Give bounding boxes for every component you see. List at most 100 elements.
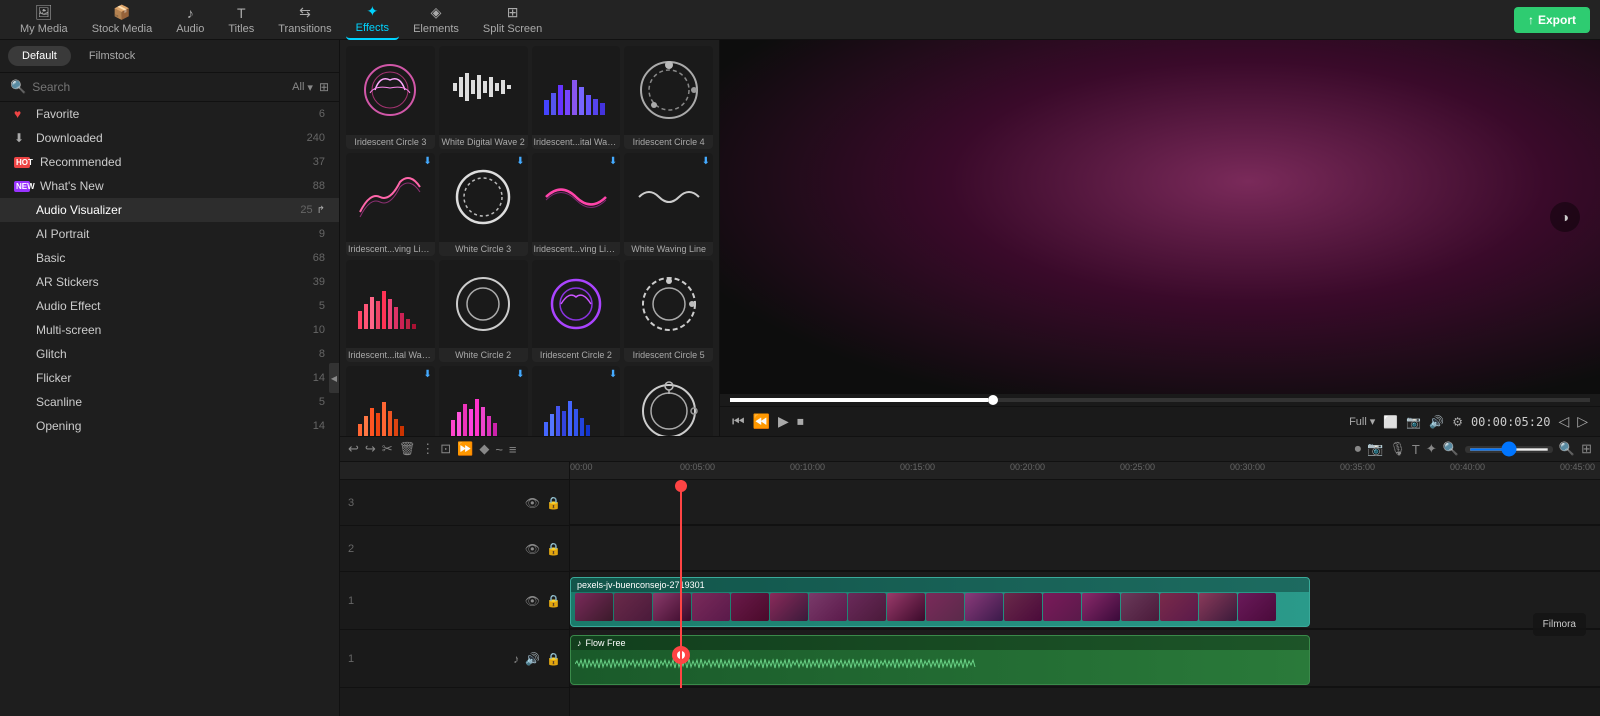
skip-back-button[interactable]: ⏮	[732, 413, 745, 430]
sidebar-item-opening[interactable]: Opening 14	[0, 414, 339, 438]
effect-iridescent-wave-2b[interactable]: ⬇ Iridesc	[439, 366, 528, 436]
crop-button[interactable]: ⊡	[440, 441, 451, 457]
sidebar-item-basic[interactable]: Basic 68	[0, 246, 339, 270]
timeline-title-button[interactable]: T	[1412, 442, 1420, 457]
speed-button[interactable]: ⏩	[457, 441, 473, 457]
split-button[interactable]: ⋮	[421, 441, 434, 457]
nav-effects[interactable]: ✦ Effects	[346, 0, 399, 40]
lock-button[interactable]: 🔒	[546, 542, 561, 556]
nav-titles[interactable]: T Titles	[218, 1, 264, 39]
audio-clip[interactable]: ♪ Flow Free	[570, 635, 1310, 685]
screen-size-button[interactable]: ⬜	[1383, 415, 1398, 429]
settings-button[interactable]: ⚙	[1452, 415, 1463, 429]
delete-button[interactable]: 🗑	[399, 441, 416, 457]
effect-white-circle-1[interactable]: White Circle 1	[624, 366, 713, 436]
visibility-button[interactable]: 👁	[525, 496, 540, 510]
more-button[interactable]: ≡	[509, 442, 517, 457]
timeline-effect-button[interactable]: ✦	[1426, 441, 1437, 457]
lock-button[interactable]: 🔒	[546, 594, 561, 608]
undo-button[interactable]: ↩	[348, 441, 359, 457]
sidebar-item-downloaded[interactable]: ⬇ Downloaded 240	[0, 126, 339, 150]
keyframe-button[interactable]: ◆	[479, 441, 489, 457]
sidebar-item-audio-visualizer[interactable]: Audio Visualizer 25 ↱	[0, 198, 339, 222]
tab-filmstock[interactable]: Filmstock	[75, 46, 149, 66]
effect-iridescent-ving-line-3[interactable]: ⬇ Iridescent...ving Line 3	[346, 153, 435, 256]
progress-dot	[988, 395, 998, 405]
timeline-audio-rec-button[interactable]: 🎙	[1389, 441, 1406, 457]
sidebar-item-glitch[interactable]: Glitch 8	[0, 342, 339, 366]
sidebar-item-count: 39	[313, 276, 325, 288]
visibility-button[interactable]: 👁	[525, 542, 540, 556]
play-button[interactable]: ▶	[778, 413, 789, 430]
sidebar-item-favorite[interactable]: ♥ Favorite 6	[0, 102, 339, 126]
tab-default[interactable]: Default	[8, 46, 71, 66]
effect-thumb: ⬇	[439, 153, 528, 242]
effect-iridescent-circle-3[interactable]: Iridescent Circle 3	[346, 46, 435, 149]
timeline-ruler: 00:00 00:05:00 00:10:00 00:15:00 00:20:0…	[570, 462, 1600, 480]
zoom-slider[interactable]	[1469, 448, 1549, 451]
stop-button[interactable]: ⏹	[797, 413, 804, 430]
track-num: 1	[348, 595, 360, 607]
panel-collapse-button[interactable]: ◀	[329, 363, 339, 393]
timeline-zoom-in-button[interactable]: 🔍	[1443, 441, 1459, 457]
cut-button[interactable]: ✂	[382, 441, 393, 457]
effect-iridescent-wave-5[interactable]: Iridescent...ital Wave 5	[346, 260, 435, 363]
audio-button[interactable]: ~	[495, 442, 503, 457]
effect-white-circle-3[interactable]: ⬇ White Circle 3	[439, 153, 528, 256]
prev-frame-button[interactable]: ◁	[1558, 413, 1569, 430]
favorite-icon: ♥	[14, 107, 30, 121]
effect-white-circle-2[interactable]: White Circle 2	[439, 260, 528, 363]
video-clip[interactable]: pexels-jv-buenconsejo-2719301	[570, 577, 1310, 627]
nav-my-media[interactable]: 🖼 My Media	[10, 0, 78, 39]
thumb	[1160, 593, 1198, 621]
nav-elements[interactable]: ◈ Elements	[403, 0, 469, 39]
redo-button[interactable]: ↪	[365, 441, 376, 457]
grid-view-button[interactable]: ⊞	[319, 80, 329, 94]
lock-button[interactable]: 🔒	[546, 652, 561, 666]
effect-iridescent-circle-5[interactable]: Iridescent Circle 5	[624, 260, 713, 363]
effect-iridescent-ving-line-2[interactable]: ⬇ Iridescent...ving Line 2	[532, 153, 621, 256]
next-frame-button[interactable]: ▷	[1577, 413, 1588, 430]
nav-split-screen[interactable]: ⊞ Split Screen	[473, 0, 552, 39]
effect-iridescent-circle-4[interactable]: Iridescent Circle 4	[624, 46, 713, 149]
effect-iridescent-wave-1[interactable]: ⬇ Iridesc	[532, 366, 621, 436]
track-label-1: 1 👁 🔒	[340, 572, 569, 630]
sidebar-item-ar-stickers[interactable]: AR Stickers 39	[0, 270, 339, 294]
nav-transitions[interactable]: ⇆ Transitions	[268, 0, 341, 39]
sidebar-item-ai-portrait[interactable]: AI Portrait 9	[0, 222, 339, 246]
effect-iridescent-wave-4[interactable]: ⬇ Iridesc	[346, 366, 435, 436]
nav-stock-media[interactable]: 📦 Stock Media	[82, 0, 163, 39]
export-button[interactable]: ↑ Export	[1514, 7, 1590, 33]
frame-back-button[interactable]: ⏪	[753, 413, 770, 430]
sidebar-item-flicker[interactable]: Flicker 14	[0, 366, 339, 390]
volume-button[interactable]: 🔊	[1429, 415, 1444, 429]
filter-button[interactable]: All ▾	[292, 81, 313, 94]
nav-audio[interactable]: ♪ Audio	[166, 1, 214, 39]
sidebar-item-audio-effect[interactable]: Audio Effect 5	[0, 294, 339, 318]
effect-white-digital-wave-2[interactable]: White Digital Wave 2	[439, 46, 528, 149]
sidebar-item-recommended[interactable]: HOT Recommended 37	[0, 150, 339, 174]
timeline-fit-button[interactable]: ⊞	[1581, 441, 1592, 457]
volume-button[interactable]: 🔊	[525, 652, 540, 666]
effect-iridescent-wave-6[interactable]: Iridescent...ital Wave 6	[532, 46, 621, 149]
sidebar-item-whats-new[interactable]: NEW What's New 88	[0, 174, 339, 198]
snapshot-button[interactable]: 📷	[1406, 415, 1421, 429]
timeline-camera-button[interactable]: 📷	[1367, 441, 1383, 457]
search-input[interactable]	[32, 80, 286, 94]
ruler-mark: 00:15:00	[900, 462, 935, 472]
effect-thumb	[439, 46, 528, 135]
lock-button[interactable]: 🔒	[546, 496, 561, 510]
download-icon: ⬇	[516, 156, 524, 167]
effect-thumb: ⬇	[624, 153, 713, 242]
chevron-down-icon: ▾	[307, 81, 313, 94]
effect-white-waving-line[interactable]: ⬇ White Waving Line	[624, 153, 713, 256]
sidebar-item-multi-screen[interactable]: Multi-screen 10	[0, 318, 339, 342]
timeline-tracks: 00:00 00:05:00 00:10:00 00:15:00 00:20:0…	[570, 462, 1600, 716]
sidebar-item-scanline[interactable]: Scanline 5	[0, 390, 339, 414]
preview-progress-bar[interactable]	[730, 398, 1590, 402]
effect-iridescent-circle-2[interactable]: Iridescent Circle 2	[532, 260, 621, 363]
timeline-zoom-out-button[interactable]: 🔍	[1559, 441, 1575, 457]
visibility-button[interactable]: 👁	[525, 594, 540, 608]
zoom-selector[interactable]: Full ▾	[1349, 415, 1375, 428]
timeline-record-button[interactable]: ⏺	[1355, 441, 1362, 457]
